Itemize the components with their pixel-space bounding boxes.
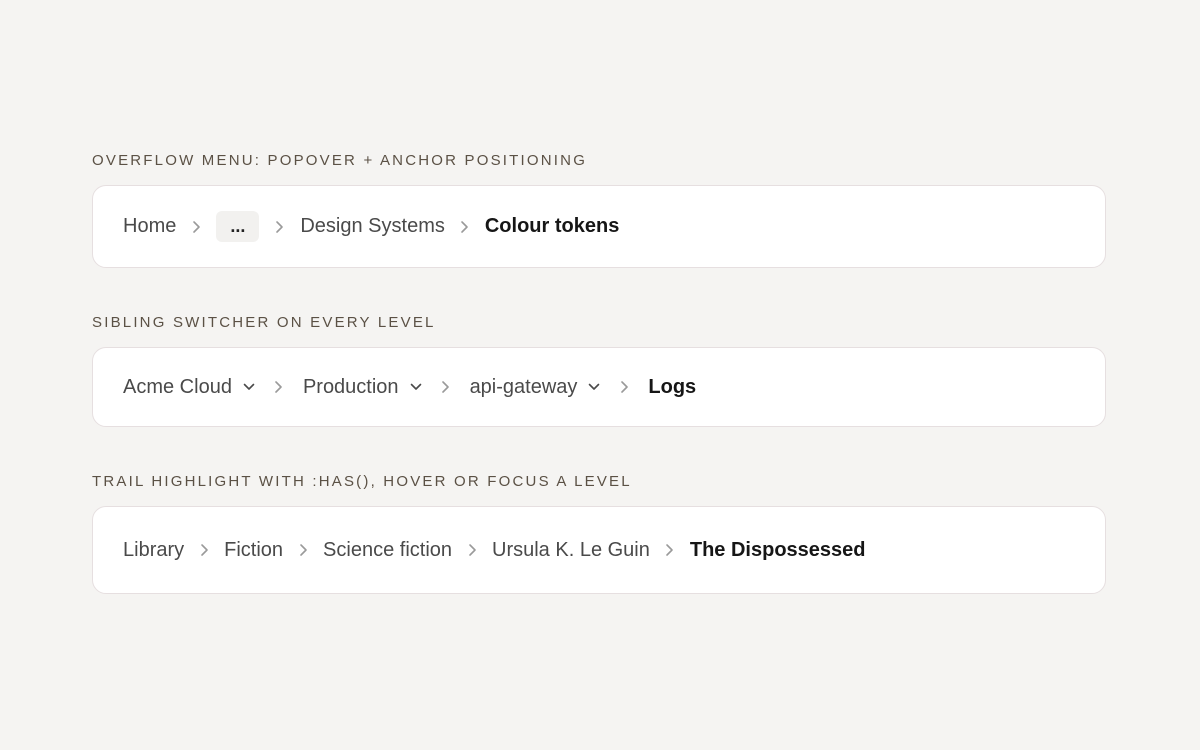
crumb-label: Science fiction (323, 538, 453, 561)
chevron-right-icon (255, 380, 303, 394)
crumb-ursula-k-le-guin[interactable]: Ursula K. Le Guin (492, 539, 650, 562)
crumb-label: Colour tokens (484, 215, 620, 237)
breadcrumb-card: Library Fiction Science fiction Ursula K… (92, 506, 1106, 594)
chevron-right-icon (176, 220, 216, 234)
crumb-api-gateway[interactable]: api-gateway (470, 376, 601, 399)
chevron-down-icon[interactable] (243, 383, 255, 391)
breadcrumb-card: Acme Cloud Production api-gateway Logs (92, 347, 1106, 427)
section-label: OVERFLOW MENU: POPOVER + ANCHOR POSITION… (92, 152, 588, 169)
crumb-label: Home (123, 215, 177, 237)
chevron-down-icon[interactable] (588, 383, 600, 391)
crumb-home[interactable]: Home (123, 215, 176, 238)
crumb-acme-cloud[interactable]: Acme Cloud (123, 376, 255, 399)
crumb-label: Library (123, 538, 185, 561)
crumb-design-systems[interactable]: Design Systems (300, 215, 445, 238)
crumb-label: The Dispossessed (689, 538, 866, 561)
chevron-right-icon (422, 380, 470, 394)
chevron-right-icon (650, 543, 690, 557)
chevron-right-icon (452, 543, 492, 557)
section-label: TRAIL HIGHLIGHT WITH :HAS(), HOVER OR FO… (92, 473, 632, 490)
crumb-current: Logs (648, 376, 696, 399)
chevron-right-icon (184, 543, 224, 557)
crumb-label: Acme Cloud (123, 375, 232, 398)
crumb-label: Design Systems (300, 215, 445, 237)
breadcrumb-card: Home ... Design Systems Colour tokens (92, 185, 1106, 268)
crumb-fiction[interactable]: Fiction (224, 539, 283, 562)
chevron-right-icon (445, 220, 485, 234)
section-sibling-switcher: SIBLING SWITCHER ON EVERY LEVEL Acme Clo… (92, 314, 1108, 427)
crumb-current: The Dispossessed (690, 539, 866, 562)
crumb-library[interactable]: Library (123, 539, 184, 562)
section-label: SIBLING SWITCHER ON EVERY LEVEL (92, 314, 436, 331)
crumb-production[interactable]: Production (303, 376, 422, 399)
chevron-right-icon (600, 380, 648, 394)
breadcrumb: Acme Cloud Production api-gateway Logs (123, 376, 696, 399)
chevron-down-icon[interactable] (410, 383, 422, 391)
crumb-label: Production (302, 375, 399, 398)
overflow-menu-button[interactable]: ... (216, 211, 260, 242)
crumb-label: Ursula K. Le Guin (492, 538, 650, 561)
crumb-science-fiction[interactable]: Science fiction (323, 539, 452, 562)
breadcrumb: Library Fiction Science fiction Ursula K… (123, 539, 866, 562)
breadcrumb: Home ... Design Systems Colour tokens (123, 211, 619, 242)
crumb-label: api-gateway (469, 375, 578, 398)
chevron-right-icon (259, 220, 300, 234)
crumb-label: Fiction (224, 538, 284, 561)
section-overflow-menu: OVERFLOW MENU: POPOVER + ANCHOR POSITION… (92, 152, 1108, 268)
crumb-label: Logs (648, 375, 697, 398)
chevron-right-icon (283, 543, 323, 557)
crumb-current: Colour tokens (485, 215, 619, 238)
section-trail-highlight: TRAIL HIGHLIGHT WITH :HAS(), HOVER OR FO… (92, 473, 1108, 594)
